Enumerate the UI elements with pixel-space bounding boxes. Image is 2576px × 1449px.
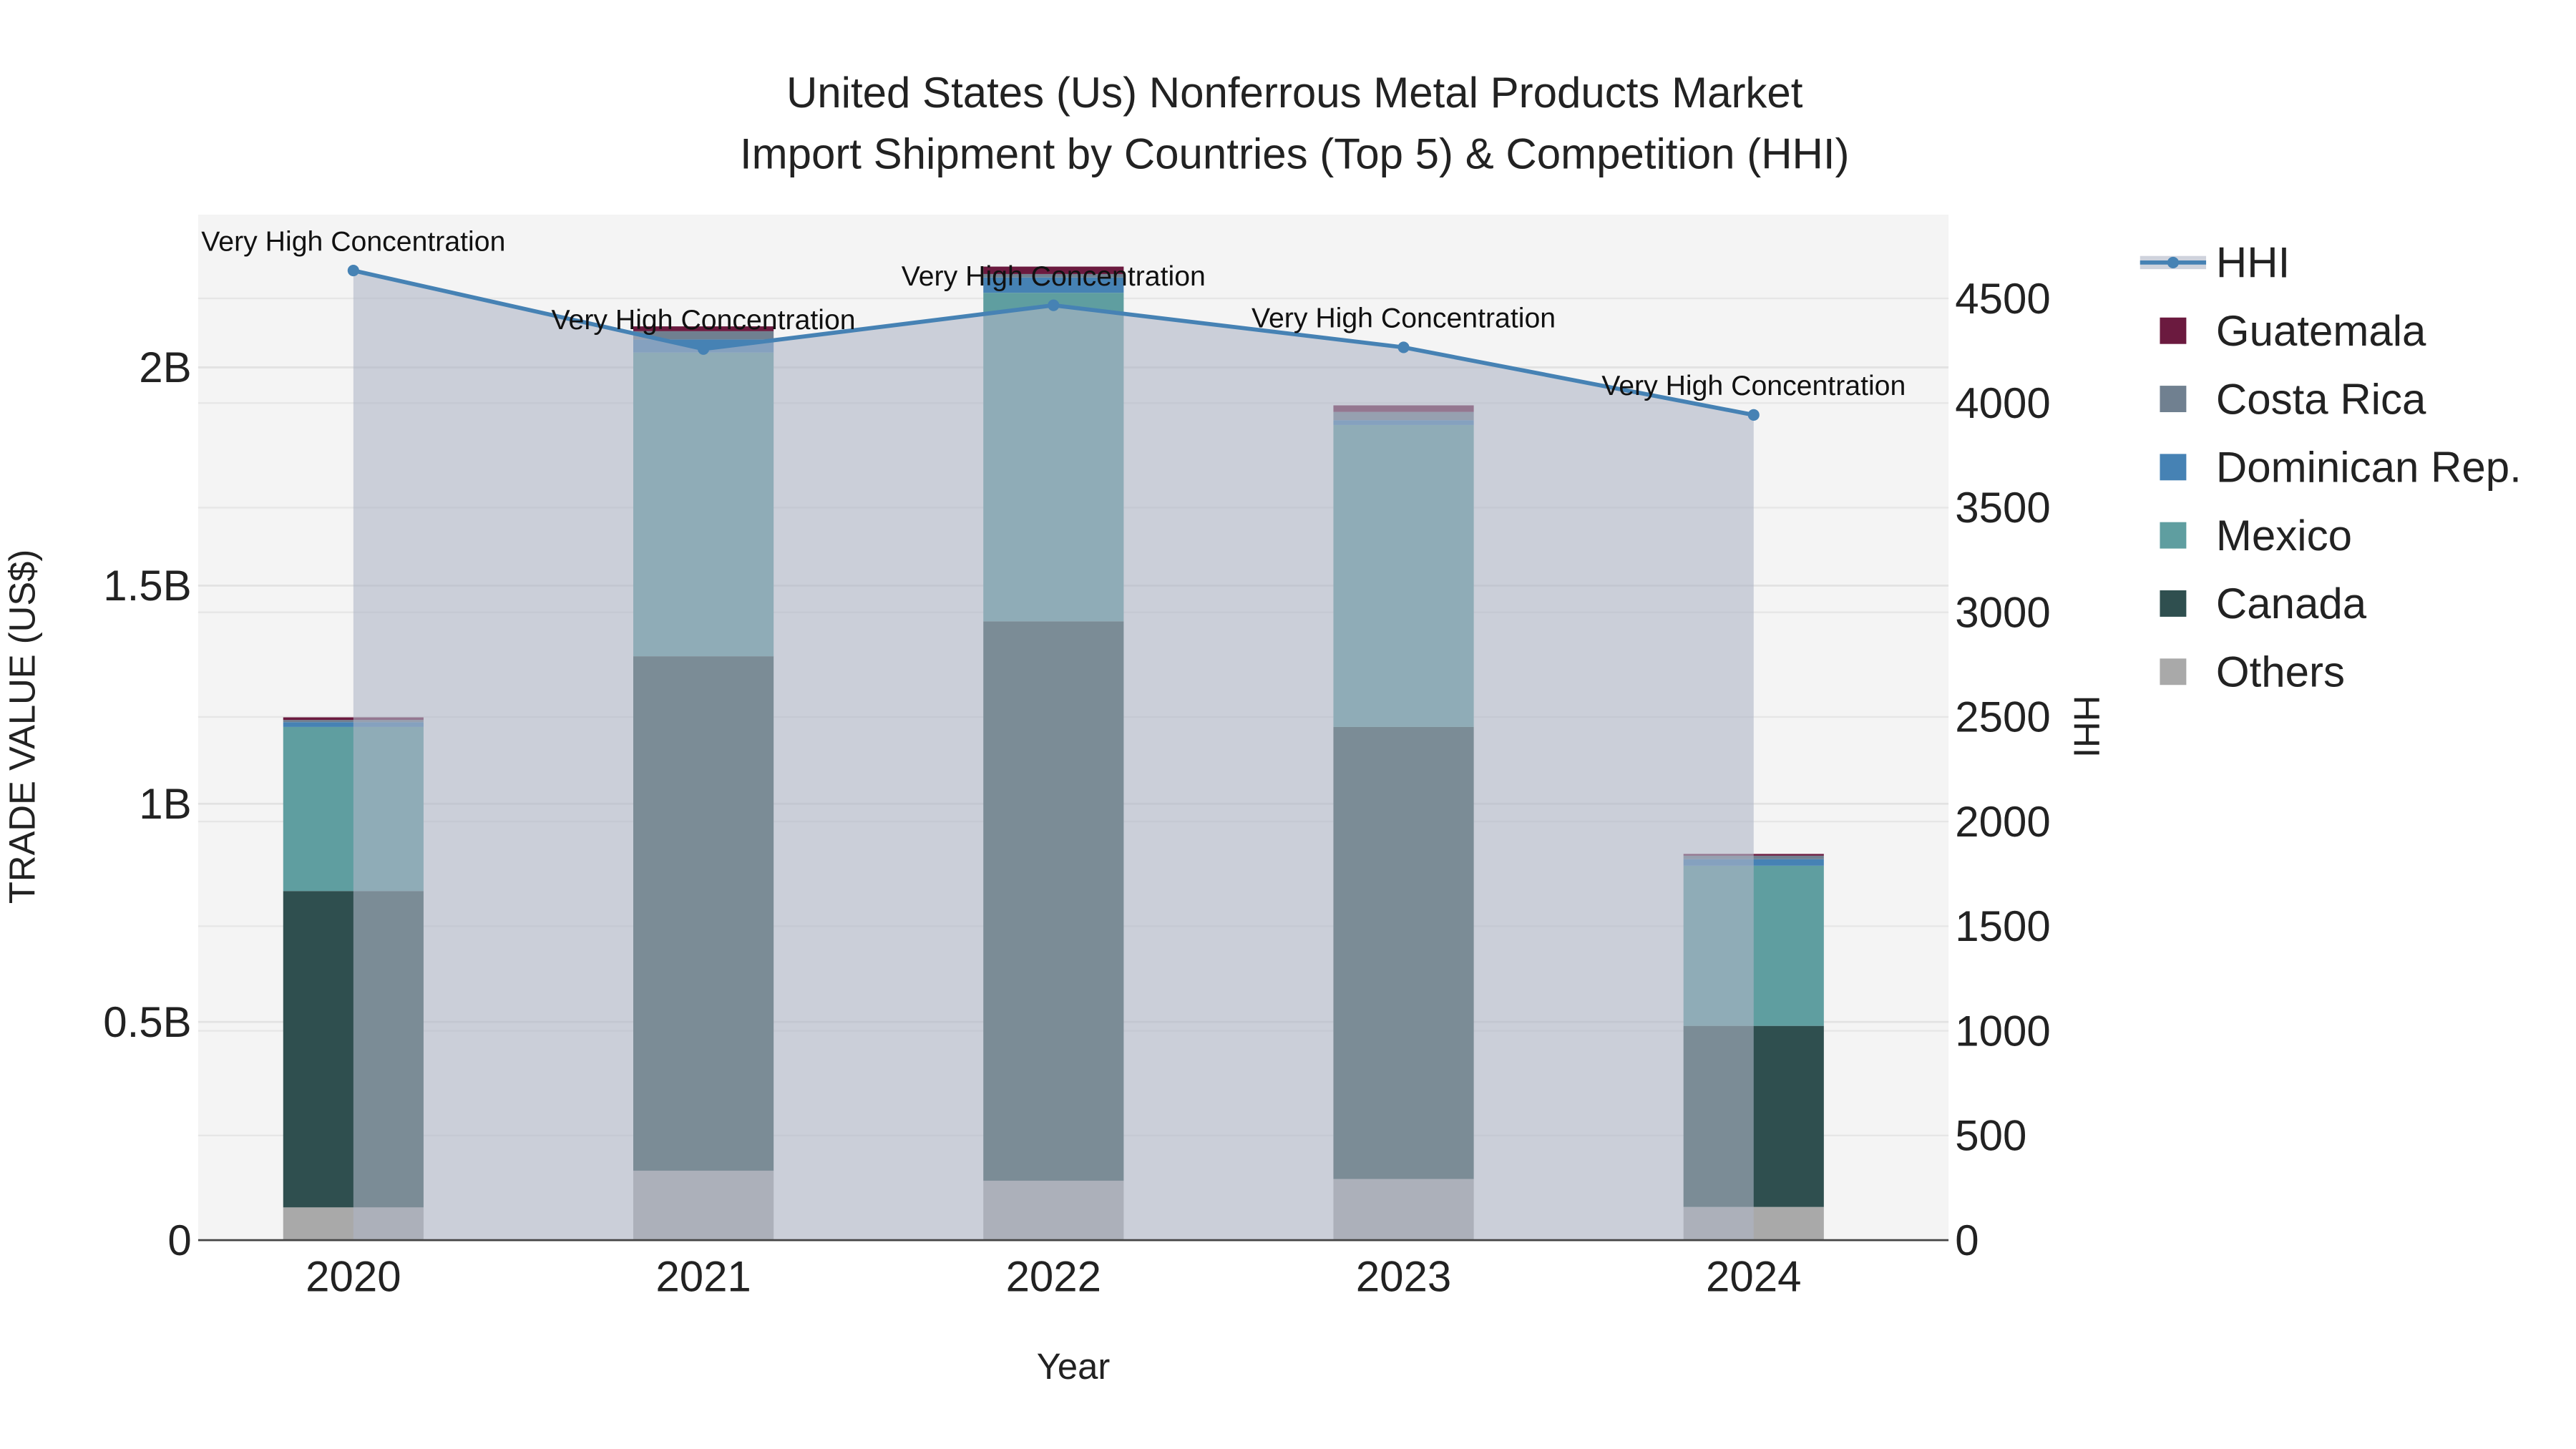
legend-label: Dominican Rep. xyxy=(2216,444,2522,492)
hhi-series: Very High Concentration Very High Concent… xyxy=(201,225,1906,1241)
hhi-point-2023 xyxy=(1397,341,1410,353)
hhi-point-2021 xyxy=(698,343,710,355)
y2-tick-label: 1500 xyxy=(1955,902,2050,950)
y2-axis-title: HHI xyxy=(2066,696,2107,758)
y2-tick-label: 3500 xyxy=(1955,484,2050,532)
legend-label: Guatemala xyxy=(2216,307,2426,355)
y-tick-label: 1.5B xyxy=(103,562,191,610)
y2-tick-label: 0 xyxy=(1955,1216,1979,1264)
chart-title-line2: Import Shipment by Countries (Top 5) & C… xyxy=(740,130,1850,177)
hhi-annotation: Very High Concentration xyxy=(552,304,856,336)
y2-tick-label: 2500 xyxy=(1955,693,2050,741)
x-tick-label: 2022 xyxy=(1006,1253,1101,1301)
hhi-annotation: Very High Concentration xyxy=(1601,370,1906,401)
legend-label: Canada xyxy=(2216,580,2367,628)
y-tick-label: 1B xyxy=(139,780,191,828)
legend-swatch-mexico xyxy=(2160,522,2187,549)
legend-label: HHI xyxy=(2216,239,2290,287)
y2-tick-label: 3000 xyxy=(1955,588,2050,636)
hhi-point-2020 xyxy=(347,265,359,277)
hhi-point-2024 xyxy=(1747,409,1760,421)
y-tick-label: 2B xyxy=(139,343,191,391)
x-tick-label: 2021 xyxy=(655,1253,751,1301)
hhi-annotation: Very High Concentration xyxy=(1252,303,1556,334)
legend-swatch-others xyxy=(2160,658,2187,686)
legend-swatch-guatemala xyxy=(2160,317,2187,344)
hhi-annotation: Very High Concentration xyxy=(902,260,1206,292)
x-tick-label: 2020 xyxy=(306,1253,401,1301)
x-axis-title: Year xyxy=(1037,1346,1111,1387)
legend-swatch-dominican-rep- xyxy=(2160,454,2187,481)
legend-swatch-costa-rica xyxy=(2160,386,2187,412)
legend-swatch-canada xyxy=(2160,590,2187,617)
legend-hhi-marker xyxy=(2167,256,2179,268)
y2-tick-label: 500 xyxy=(1955,1112,2026,1160)
hhi-annotation: Very High Concentration xyxy=(201,225,505,257)
legend-label: Costa Rica xyxy=(2216,375,2426,423)
x-tick-label: 2023 xyxy=(1356,1253,1451,1301)
hhi-point-2022 xyxy=(1048,299,1060,311)
legend-label: Others xyxy=(2216,648,2345,696)
y2-tick-label: 4500 xyxy=(1955,275,2050,323)
y2-tick-label: 1000 xyxy=(1955,1007,2050,1055)
y-tick-label: 0.5B xyxy=(103,998,191,1046)
y2-tick-label: 4000 xyxy=(1955,379,2050,427)
y-tick-label: 0 xyxy=(167,1216,191,1264)
hhi-area xyxy=(353,270,1754,1241)
x-tick-label: 2024 xyxy=(1706,1253,1801,1301)
legend-label: Mexico xyxy=(2216,512,2352,560)
chart: Very High Concentration Very High Concent… xyxy=(1,69,2522,1387)
legend: HHI Guatemala Costa Rica Dominican Rep. Mexi… xyxy=(2140,239,2522,696)
y-axis-title: TRADE VALUE (US$) xyxy=(1,550,42,904)
chart-title-line1: United States (Us) Nonferrous Metal Prod… xyxy=(786,69,1803,117)
y2-tick-label: 2000 xyxy=(1955,798,2050,846)
